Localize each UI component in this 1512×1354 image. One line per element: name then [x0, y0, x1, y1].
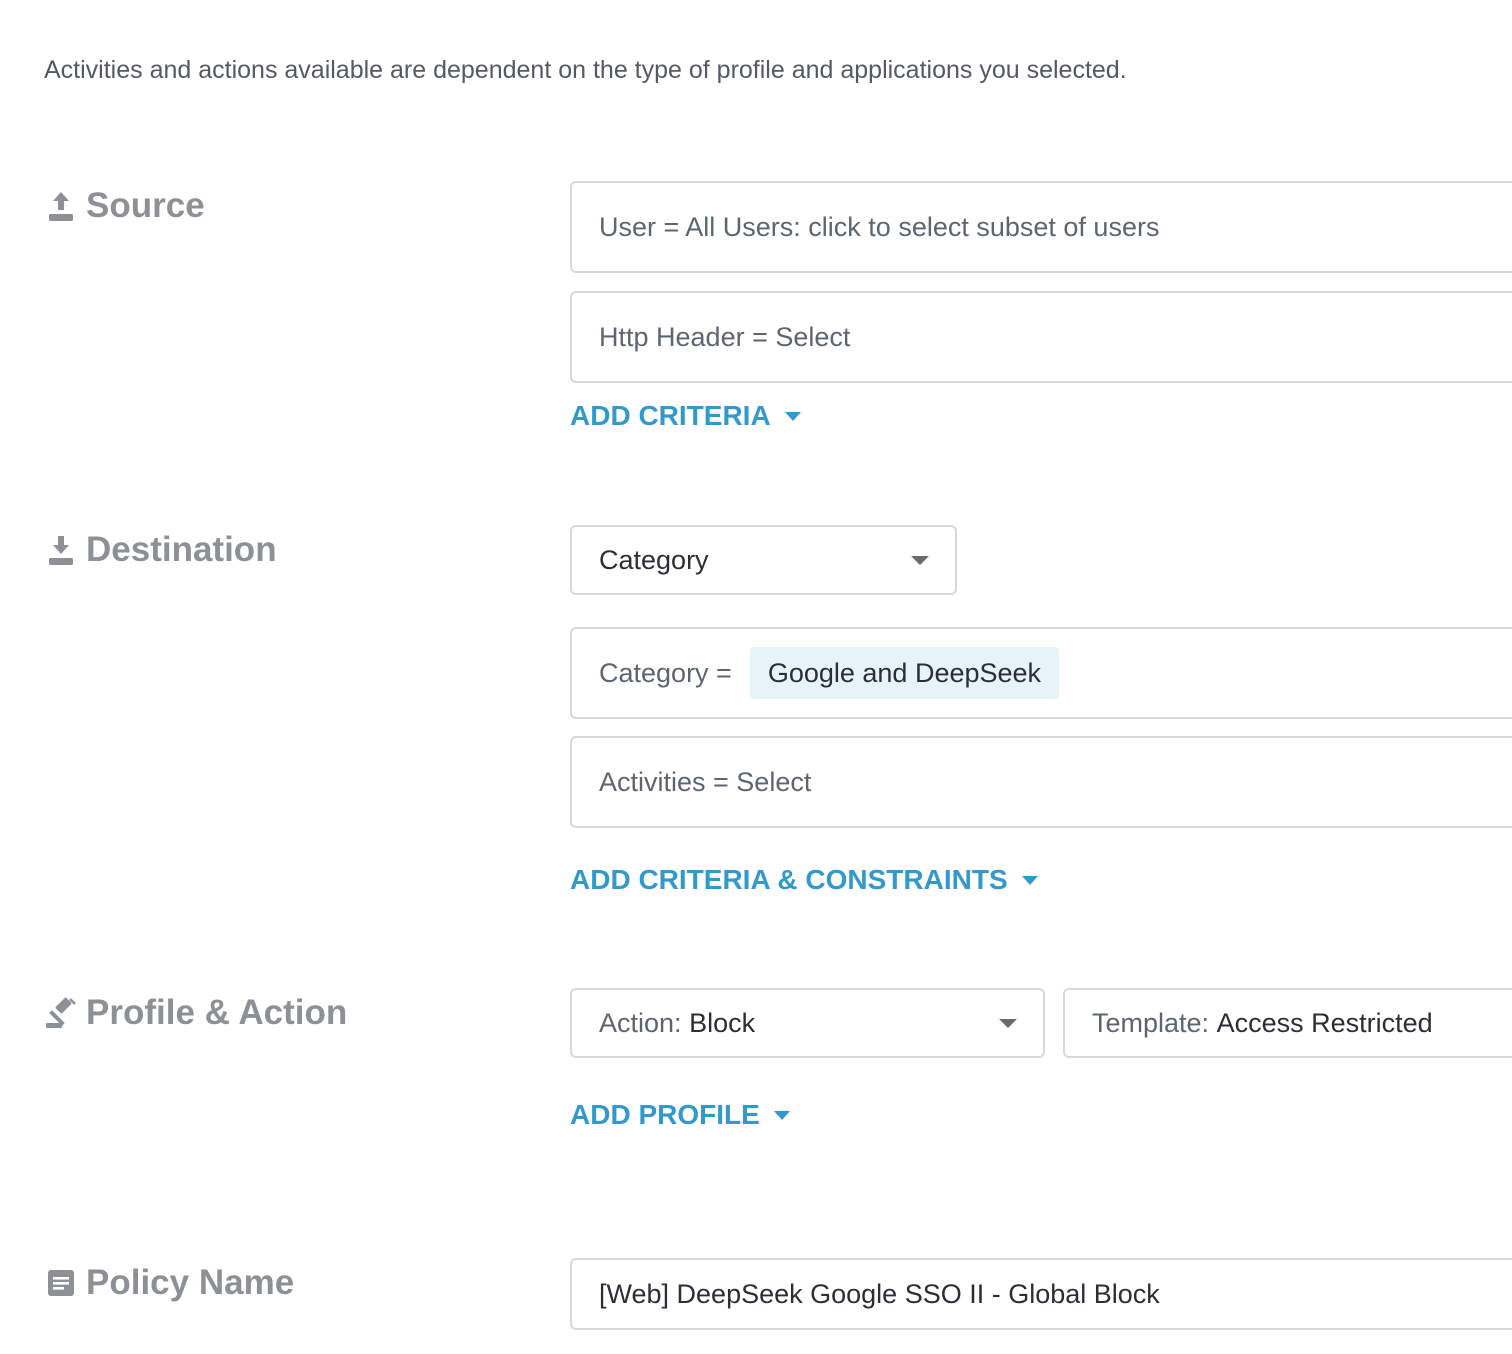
upload-icon [44, 188, 78, 224]
add-criteria-label: ADD CRITERIA [570, 400, 771, 431]
category-prefix: Category = [599, 657, 732, 688]
category-chip[interactable]: Google and DeepSeek [749, 647, 1060, 699]
download-icon [44, 532, 78, 568]
policy-name-value: [Web] DeepSeek Google SSO II - Global Bl… [599, 1278, 1160, 1309]
category-field[interactable]: Category = Google and DeepSeek [570, 627, 1512, 719]
chevron-down-icon [999, 1019, 1017, 1028]
destination-type-value: Category [599, 544, 709, 575]
user-criteria-field[interactable]: User = All Users: click to select subset… [570, 181, 1512, 273]
template-prefix: Template: [1092, 1007, 1210, 1038]
destination-type-select[interactable]: Category [570, 525, 957, 595]
profile-action-section-label: Profile & Action [44, 993, 347, 1033]
policy-name-label-text: Policy Name [86, 1263, 295, 1302]
action-select[interactable]: Action: Block [570, 988, 1045, 1058]
policy-name-section-label: Policy Name [44, 1263, 294, 1303]
caret-down-icon [773, 1110, 790, 1120]
add-criteria-constraints-label: ADD CRITERIA & CONSTRAINTS [570, 864, 1008, 895]
add-profile-label: ADD PROFILE [570, 1099, 760, 1130]
action-value: Block [689, 1007, 756, 1038]
policy-name-input[interactable]: [Web] DeepSeek Google SSO II - Global Bl… [570, 1258, 1512, 1330]
http-header-field[interactable]: Http Header = Select [570, 291, 1512, 383]
activities-text: Activities = Select [599, 766, 812, 797]
user-criteria-text: User = All Users: click to select subset… [599, 211, 1160, 242]
add-criteria-button[interactable]: ADD CRITERIA [570, 400, 801, 432]
add-profile-button[interactable]: ADD PROFILE [570, 1099, 790, 1131]
source-label-text: Source [86, 186, 205, 225]
http-header-text: Http Header = Select [599, 321, 851, 352]
caret-down-icon [784, 411, 801, 421]
gavel-icon [44, 995, 78, 1031]
template-value: Access Restricted [1216, 1007, 1433, 1038]
destination-section-label: Destination [44, 530, 277, 570]
action-prefix: Action: [599, 1007, 682, 1038]
source-section-label: Source [44, 186, 205, 226]
intro-text: Activities and actions available are dep… [44, 56, 1127, 84]
chevron-down-icon [911, 556, 929, 565]
add-criteria-constraints-button[interactable]: ADD CRITERIA & CONSTRAINTS [570, 864, 1038, 896]
document-icon [44, 1265, 78, 1301]
profile-action-label-text: Profile & Action [86, 993, 348, 1032]
destination-label-text: Destination [86, 530, 277, 569]
activities-field[interactable]: Activities = Select [570, 736, 1512, 828]
template-select[interactable]: Template: Access Restricted [1063, 988, 1512, 1058]
caret-down-icon [1021, 875, 1038, 885]
